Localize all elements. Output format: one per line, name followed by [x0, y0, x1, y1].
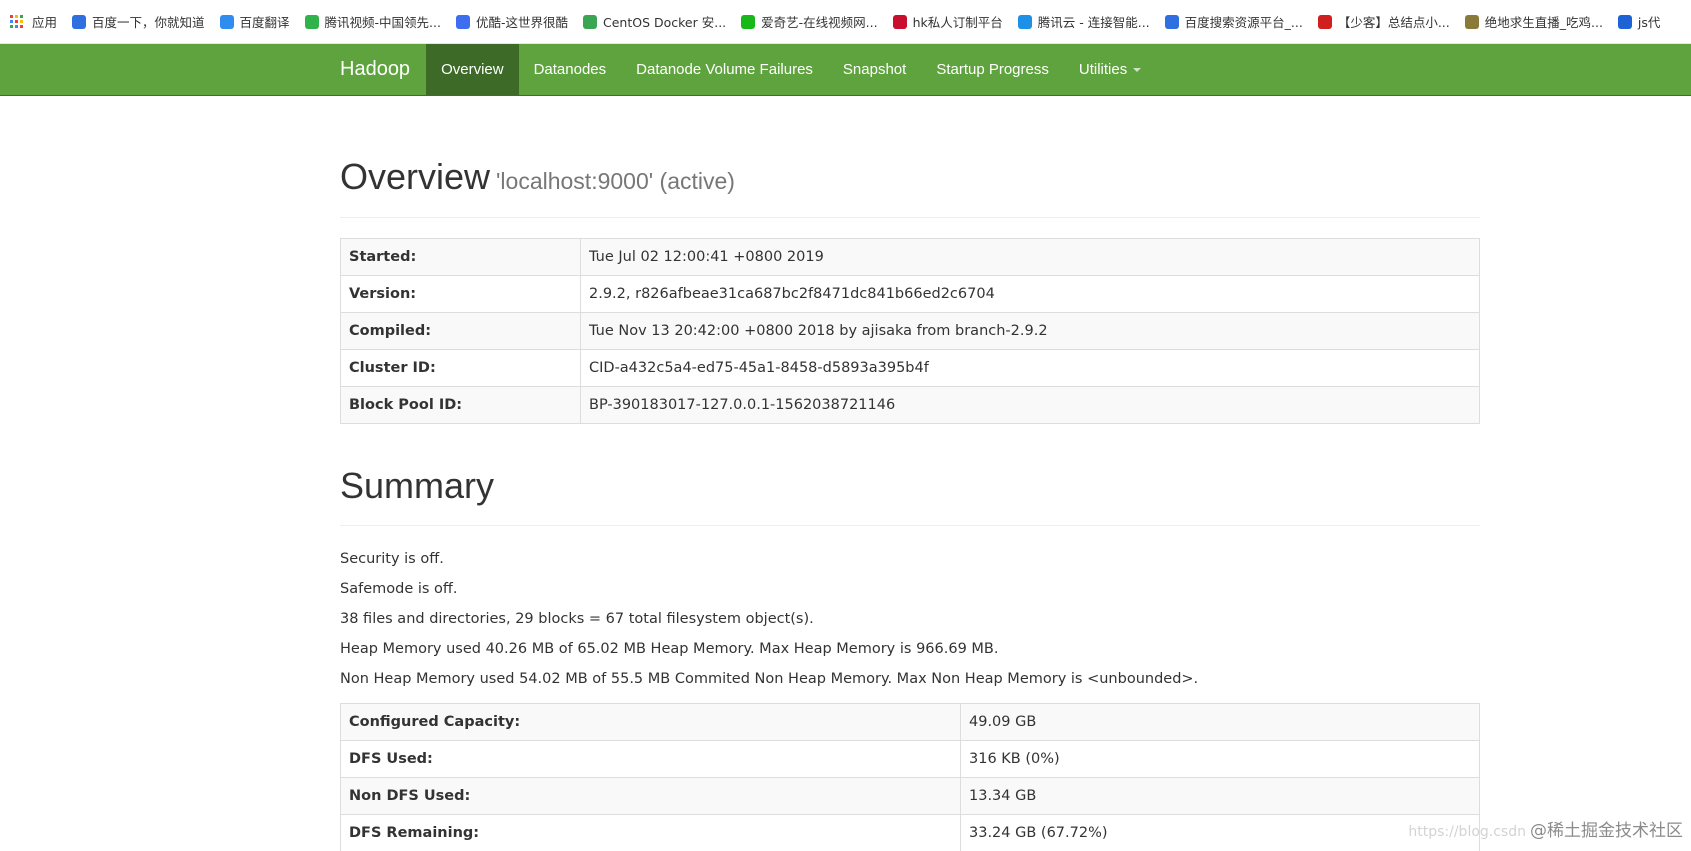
bookmark-label: hk私人订制平台: [912, 15, 1003, 30]
bookmark-item[interactable]: 优酷-这世界很酷: [455, 12, 568, 31]
js-icon: [1617, 14, 1632, 29]
row-key: Block Pool ID:: [340, 386, 581, 424]
row-value: CID-a432c5a4-ed75-45a1-8458-d5893a395b4f: [580, 349, 1480, 387]
pubg-icon: [1464, 14, 1479, 29]
bookmark-label: 优酷-这世界很酷: [475, 15, 568, 30]
bookmark-item[interactable]: 百度一下，你就知道: [72, 12, 205, 31]
bookmark-item[interactable]: hk私人订制平台: [892, 12, 1003, 31]
watermark: https://blog.csdn @稀土掘金技术社区: [1408, 816, 1683, 841]
main-container: Overview'localhost:9000' (active) Starte…: [340, 96, 1480, 851]
nav-startup-progress[interactable]: Startup Progress: [921, 44, 1064, 95]
row-value: 316 KB (0%): [960, 740, 1480, 778]
hk-platform-icon: [892, 14, 907, 29]
docker-icon: [583, 14, 597, 29]
row-key: Compiled:: [340, 312, 581, 350]
bookmark-item[interactable]: 百度翻译: [219, 12, 290, 31]
apps-grid-icon: [10, 14, 24, 29]
nav-label: Snapshot: [842, 61, 907, 78]
bookmark-label: 爱奇艺-在线视频网...: [761, 15, 878, 30]
bookmark-item[interactable]: 绝地求生直播_吃鸡...: [1464, 12, 1603, 31]
summary-lines: Security is off. Safemode is off. 38 files…: [340, 549, 1480, 699]
bookmark-label: 应用: [32, 15, 58, 30]
table-row: DFS Used: 316 KB (0%): [340, 740, 1480, 778]
nav-utilities[interactable]: Utilities: [1064, 44, 1156, 95]
namenode-address: 'localhost:9000' (active): [496, 168, 735, 194]
nav-datanodes[interactable]: Datanodes: [519, 44, 622, 95]
row-key: Version:: [340, 275, 581, 313]
bookmark-item[interactable]: 腾讯云 - 连接智能...: [1017, 12, 1150, 31]
youku-icon: [455, 14, 470, 29]
bookmarks-bar: 应用 百度一下，你就知道 百度翻译 腾讯视频-中国领先... 优酷-这世界很酷 CentO…: [0, 0, 1691, 44]
csdn-c-icon: [1317, 14, 1332, 29]
overview-table: Started: Tue Jul 02 12:00:41 +0800 2019 Ve…: [340, 238, 1480, 424]
row-key: Started:: [340, 238, 581, 276]
row-value: Tue Jul 02 12:00:41 +0800 2019: [580, 238, 1480, 276]
row-value: BP-390183017-127.0.0.1-1562038721146: [580, 386, 1480, 424]
table-row: Started: Tue Jul 02 12:00:41 +0800 2019: [340, 238, 1480, 276]
table-row: Version: 2.9.2, r826afbeae31ca687bc2f8471…: [340, 275, 1480, 313]
bookmark-label: 百度搜索资源平台_...: [1184, 15, 1303, 30]
row-key: Non DFS Used:: [340, 777, 961, 815]
page-title: Overview: [340, 156, 491, 197]
summary-line: 38 files and directories, 29 blocks = 67…: [340, 611, 814, 627]
iqiyi-icon: [741, 14, 756, 29]
bookmark-item[interactable]: 应用: [10, 12, 57, 31]
row-key: Configured Capacity:: [340, 703, 961, 741]
caret-down-icon: [1133, 68, 1142, 73]
bookmark-label: 绝地求生直播_吃鸡...: [1484, 15, 1603, 30]
bookmark-item[interactable]: js代: [1617, 12, 1661, 31]
bookmark-item[interactable]: 【少客】总结点小...: [1317, 12, 1450, 31]
bookmark-label: 腾讯云 - 连接智能...: [1037, 15, 1150, 30]
summary-line: Security is off.: [340, 551, 444, 567]
nav-label: Utilities: [1078, 61, 1128, 78]
table-row: Configured Capacity: 49.09 GB: [340, 703, 1480, 741]
row-key: Cluster ID:: [340, 349, 581, 387]
bookmark-label: 腾讯视频-中国领先...: [324, 15, 441, 30]
bookmark-label: js代: [1637, 15, 1661, 30]
summary-line: Safemode is off.: [340, 581, 458, 597]
bookmark-item[interactable]: 百度搜索资源平台_...: [1164, 12, 1303, 31]
table-row: Non DFS Used: 13.34 GB: [340, 777, 1480, 815]
overview-header: Overview'localhost:9000' (active): [340, 156, 1480, 218]
table-row: Cluster ID: CID-a432c5a4-ed75-45a1-8458-d…: [340, 349, 1480, 387]
row-value: Tue Nov 13 20:42:00 +0800 2018 by ajisak…: [580, 312, 1480, 350]
baidu-paw-icon: [72, 14, 87, 29]
tencent-cloud-icon: [1017, 14, 1032, 29]
summary-title: Summary: [340, 465, 495, 506]
baidu-translate-icon: [219, 14, 234, 29]
nav-label: Datanodes: [533, 61, 607, 78]
summary-header: Summary: [340, 465, 1480, 526]
row-key: DFS Used:: [340, 740, 961, 778]
row-key: DFS Remaining:: [340, 814, 961, 851]
nav-datanode-volume-failures[interactable]: Datanode Volume Failures: [621, 44, 828, 95]
row-value: 13.34 GB: [960, 777, 1480, 815]
navbar-brand[interactable]: Hadoop: [340, 44, 426, 95]
table-row: DFS Remaining: 33.24 GB (67.72%): [340, 814, 1480, 851]
nav-label: Datanode Volume Failures: [636, 61, 813, 78]
bookmark-item[interactable]: 腾讯视频-中国领先...: [304, 12, 441, 31]
table-row: Block Pool ID: BP-390183017-127.0.0.1-156…: [340, 386, 1480, 424]
bookmark-item[interactable]: CentOS Docker 安...: [583, 12, 726, 31]
nav-label: Startup Progress: [936, 61, 1049, 78]
bookmark-label: 【少客】总结点小...: [1337, 15, 1450, 30]
summary-line: Heap Memory used 40.26 MB of 65.02 MB He…: [340, 641, 999, 657]
capacity-table: Configured Capacity: 49.09 GB DFS Used: 316…: [340, 703, 1480, 851]
nav-overview[interactable]: Overview: [426, 44, 519, 95]
bookmark-item[interactable]: 爱奇艺-在线视频网...: [741, 12, 878, 31]
row-value: 49.09 GB: [960, 703, 1480, 741]
row-value: 33.24 GB (67.72%): [960, 814, 1480, 851]
baidu-paw-icon: [1164, 14, 1179, 29]
nav-label: Overview: [441, 61, 504, 78]
summary-line: Non Heap Memory used 54.02 MB of 55.5 MB…: [340, 671, 1199, 687]
tencent-video-icon: [304, 14, 319, 29]
watermark-text: @稀土掘金技术社区: [1530, 821, 1683, 841]
row-value: 2.9.2, r826afbeae31ca687bc2f8471dc841b66…: [580, 275, 1480, 313]
bookmark-label: 百度一下，你就知道: [92, 15, 205, 30]
hadoop-navbar: Hadoop Overview Datanodes Datanode Volume …: [0, 44, 1691, 96]
nav-snapshot[interactable]: Snapshot: [828, 44, 921, 95]
bookmark-label: 百度翻译: [239, 15, 290, 30]
bookmark-label: CentOS Docker 安...: [603, 15, 727, 30]
watermark-url: https://blog.csdn: [1408, 824, 1526, 840]
table-row: Compiled: Tue Nov 13 20:42:00 +0800 2018 …: [340, 312, 1480, 350]
